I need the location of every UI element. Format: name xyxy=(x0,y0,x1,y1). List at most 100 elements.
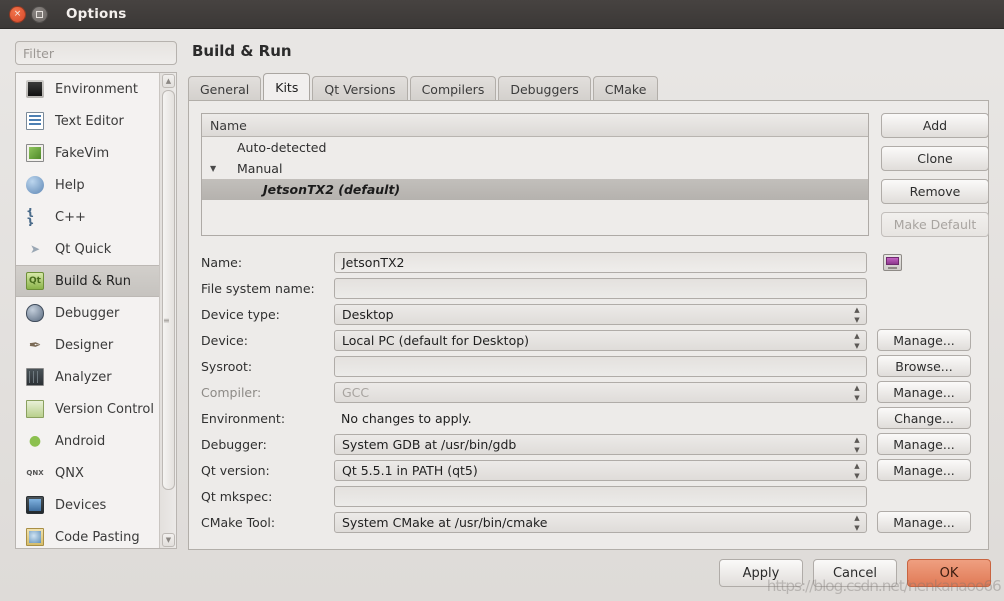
field-label-environment: Environment: xyxy=(201,410,286,426)
field-value-environment: No changes to apply. xyxy=(341,410,472,426)
sidebar-item-designer[interactable]: ✒ Designer xyxy=(16,329,160,361)
manage-compiler-button[interactable]: Manage... xyxy=(877,381,971,403)
build-and-run-icon: Qt xyxy=(24,270,46,292)
manage-device-button[interactable]: Manage... xyxy=(877,329,971,351)
field-label-name: Name: xyxy=(201,254,243,270)
combobox-arrows-icon[interactable]: ▲ ▼ xyxy=(852,384,862,401)
cpp-icon: { } xyxy=(26,208,35,226)
sidebar-item-environment[interactable]: Environment xyxy=(16,73,160,105)
manage-debugger-button[interactable]: Manage... xyxy=(877,433,971,455)
kits-tree[interactable]: Name Auto-detected ▼ Manual JetsonTX2 (defa… xyxy=(201,113,869,236)
tab-kits[interactable]: Kits xyxy=(263,73,311,101)
sidebar-item-analyzer[interactable]: Analyzer xyxy=(16,361,160,393)
filter-input[interactable]: Filter xyxy=(15,41,177,65)
combobox-arrows-icon[interactable]: ▲ ▼ xyxy=(852,462,862,479)
expander-icon[interactable]: ▼ xyxy=(210,164,223,173)
field-label-file-system-name: File system name: xyxy=(201,280,315,296)
tree-column-header-name: Name xyxy=(210,117,247,133)
combobox-device[interactable]: Local PC (default for Desktop) ▲ ▼ xyxy=(334,329,867,351)
input-qt-mkspec[interactable] xyxy=(334,485,867,507)
maximize-icon[interactable] xyxy=(31,5,48,23)
tab-label: General xyxy=(200,81,250,97)
kit-action-buttons: Add Clone Remove Make Default xyxy=(881,113,989,237)
kit-detail-form: Name: JetsonTX2 File system name: Device ty… xyxy=(201,249,979,535)
sidebar-item-c[interactable]: { } C++ xyxy=(16,201,160,233)
sidebar-item-qt-quick[interactable]: ➤ Qt Quick xyxy=(16,233,160,265)
tab-label: Qt Versions xyxy=(324,81,396,97)
sidebar-item-label: Qt Quick xyxy=(55,241,112,257)
sidebar-item-label: FakeVim xyxy=(55,145,110,161)
combobox-cmake-tool[interactable]: System CMake at /usr/bin/cmake ▲ ▼ xyxy=(334,511,867,533)
combobox-arrows-icon[interactable]: ▲ ▼ xyxy=(852,332,862,349)
sidebar-item-label: Environment xyxy=(55,81,139,97)
form-row-trailing: Change... xyxy=(877,407,979,429)
sidebar-item-qnx[interactable]: QNX QNX xyxy=(16,457,160,489)
form-row-device-type: Device type: Desktop ▲ ▼ xyxy=(201,301,979,327)
browse-sysroot-button[interactable]: Browse... xyxy=(877,355,971,377)
close-icon[interactable]: × xyxy=(9,5,26,23)
sidebar-item-devices[interactable]: Devices xyxy=(16,489,160,521)
form-row-trailing: Manage... xyxy=(877,433,979,455)
combobox-debugger[interactable]: System GDB at /usr/bin/gdb ▲ ▼ xyxy=(334,433,867,455)
scrollbar-thumb[interactable] xyxy=(162,90,175,490)
tab-qt-versions[interactable]: Qt Versions xyxy=(312,76,408,101)
sidebar-item-fakevim[interactable]: FakeVim xyxy=(16,137,160,169)
sidebar-scrollbar[interactable]: ▲ ≡ ▼ xyxy=(159,73,176,548)
form-row-trailing: Manage... xyxy=(877,381,979,403)
tree-row[interactable]: ▼ Manual xyxy=(202,158,868,179)
monitor-icon[interactable] xyxy=(883,253,902,271)
tab-compilers[interactable]: Compilers xyxy=(409,76,497,101)
clone-button[interactable]: Clone xyxy=(881,146,989,171)
tab-debuggers[interactable]: Debuggers xyxy=(498,76,591,101)
sidebar-item-version-control[interactable]: Version Control xyxy=(16,393,160,425)
sidebar-item-text-editor[interactable]: Text Editor xyxy=(16,105,160,137)
window-title: Options xyxy=(66,6,127,22)
tab-cmake[interactable]: CMake xyxy=(592,76,659,101)
tree-row-label: Auto-detected xyxy=(237,140,327,155)
field-value-name: JetsonTX2 xyxy=(342,254,405,270)
tree-row-label: JetsonTX2 (default) xyxy=(263,182,401,197)
input-sysroot[interactable] xyxy=(334,355,867,377)
form-row-qt-version: Qt version: Qt 5.5.1 in PATH (qt5) ▲ ▼ Manag… xyxy=(201,457,979,483)
change-environment-button[interactable]: Change... xyxy=(877,407,971,429)
form-row-sysroot: Sysroot: Browse... xyxy=(201,353,979,379)
scroll-down-icon[interactable]: ▼ xyxy=(162,533,175,547)
tab-label: Debuggers xyxy=(510,81,579,97)
sidebar-item-label: Version Control xyxy=(55,401,154,417)
sidebar-item-help[interactable]: Help xyxy=(16,169,160,201)
analyzer-icon xyxy=(24,366,46,388)
combobox-arrows-icon[interactable]: ▲ ▼ xyxy=(852,514,862,531)
field-value-qt-version: Qt 5.5.1 in PATH (qt5) xyxy=(342,462,478,478)
manage-qt-version-button[interactable]: Manage... xyxy=(877,459,971,481)
filter-placeholder: Filter xyxy=(23,45,54,61)
form-row-cmake-tool: CMake Tool: System CMake at /usr/bin/cmak… xyxy=(201,509,979,535)
field-label-qt-version: Qt version: xyxy=(201,462,270,478)
combobox-qt-version[interactable]: Qt 5.5.1 in PATH (qt5) ▲ ▼ xyxy=(334,459,867,481)
sidebar-item-debugger[interactable]: Debugger xyxy=(16,297,160,329)
field-value-device: Local PC (default for Desktop) xyxy=(342,332,530,348)
sidebar-item-android[interactable]: ● Android xyxy=(16,425,160,457)
sidebar-item-label: Code Pasting xyxy=(55,529,140,545)
form-row-trailing: Manage... xyxy=(877,511,979,533)
sidebar-item-code-pasting[interactable]: Code Pasting xyxy=(16,521,160,548)
category-sidebar[interactable]: Environment Text Editor FakeVim Help { } C++ ➤… xyxy=(15,72,177,549)
remove-button[interactable]: Remove xyxy=(881,179,989,204)
tree-row-label: Manual xyxy=(237,161,283,176)
fakevim-icon xyxy=(24,142,46,164)
form-row-trailing: Browse... xyxy=(877,355,979,377)
tree-row[interactable]: Auto-detected xyxy=(202,137,868,158)
tree-row[interactable]: JetsonTX2 (default) xyxy=(202,179,868,200)
combobox-arrows-icon[interactable]: ▲ ▼ xyxy=(852,436,862,453)
combobox-compiler: GCC ▲ ▼ xyxy=(334,381,867,403)
scroll-up-icon[interactable]: ▲ xyxy=(162,74,175,88)
version-control-icon xyxy=(24,398,46,420)
combobox-device-type[interactable]: Desktop ▲ ▼ xyxy=(334,303,867,325)
input-name[interactable]: JetsonTX2 xyxy=(334,251,867,273)
combobox-arrows-icon[interactable]: ▲ ▼ xyxy=(852,306,862,323)
manage-cmake-tool-button[interactable]: Manage... xyxy=(877,511,971,533)
sidebar-item-build-run[interactable]: Qt Build & Run xyxy=(16,265,160,297)
input-file-system-name[interactable] xyxy=(334,277,867,299)
add-button[interactable]: Add xyxy=(881,113,989,138)
tab-general[interactable]: General xyxy=(188,76,262,101)
sidebar-item-label: Android xyxy=(55,433,106,449)
